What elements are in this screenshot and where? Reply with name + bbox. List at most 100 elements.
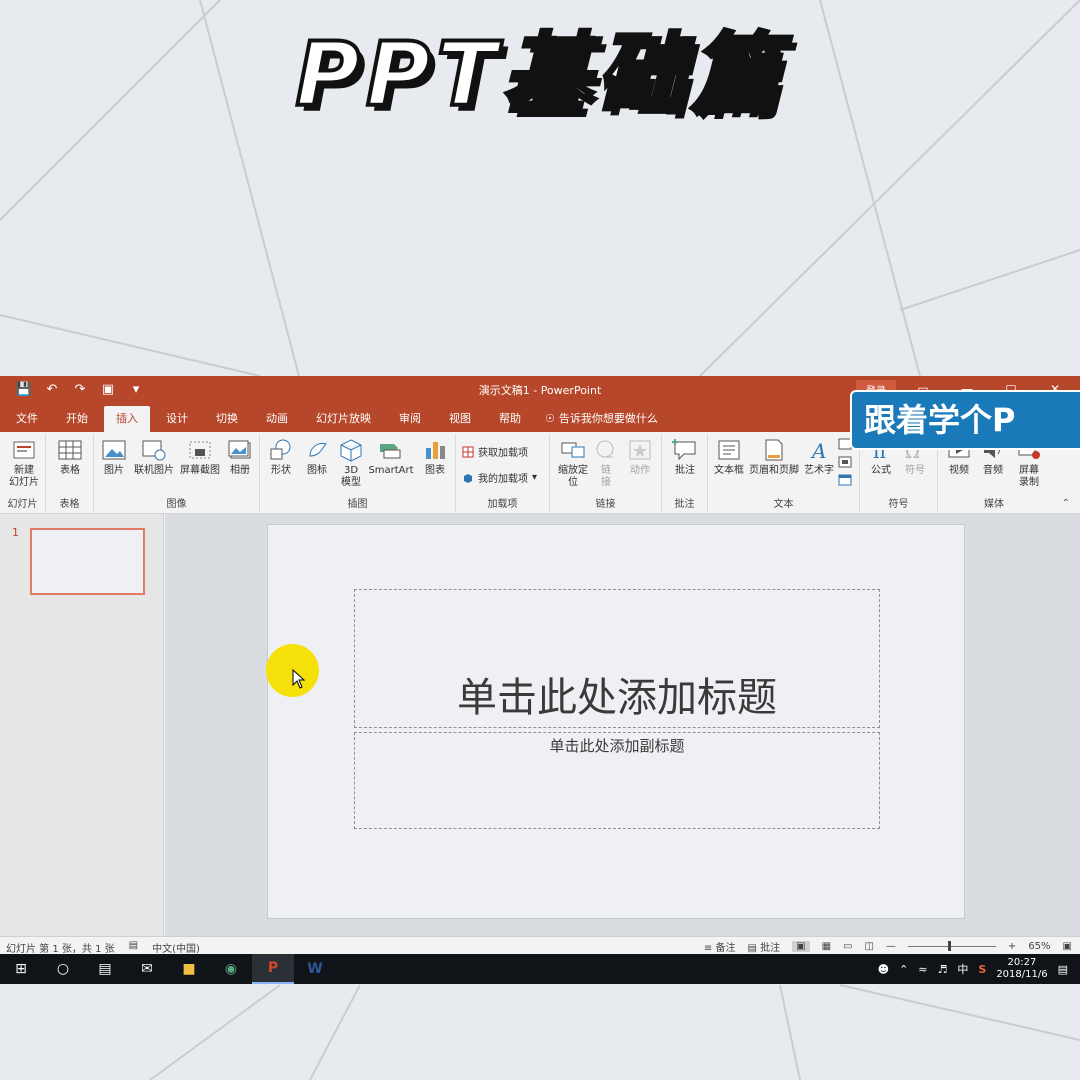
slide-canvas[interactable]: 单击此处添加标题 单击此处添加副标题: [267, 524, 965, 919]
group-links-label: 链接: [595, 499, 616, 510]
group-tables: 表格 表格: [46, 434, 94, 512]
textbox-label: 文本框: [714, 465, 744, 476]
icons-label: 图标: [307, 465, 327, 476]
camtasia-icon[interactable]: ◉: [210, 954, 252, 984]
ime-indicator[interactable]: 中: [957, 961, 968, 977]
normal-view-icon[interactable]: ▣: [792, 941, 810, 952]
screenshot-button[interactable]: 屏幕截图: [178, 438, 222, 477]
shapes-button[interactable]: 形状: [266, 438, 296, 477]
task-view-icon[interactable]: ▤: [84, 954, 126, 984]
group-links: 缩放定 位 链 接 动作 链接: [550, 434, 662, 512]
show-hidden-icons[interactable]: ⌃: [899, 963, 908, 976]
language-indicator[interactable]: 中文(中国): [152, 940, 200, 955]
zoom-out-button[interactable]: —: [886, 941, 896, 952]
zoom-in-button[interactable]: +: [1008, 941, 1016, 952]
tell-me-label: 告诉我你想要做什么: [558, 412, 658, 425]
online-picture-label: 联机图片: [134, 465, 174, 476]
chart-icon: [426, 442, 445, 459]
link-button[interactable]: 链 接: [594, 438, 618, 489]
tab-transitions[interactable]: 切换: [204, 406, 250, 432]
3d-model-button[interactable]: 3D 模型: [338, 438, 364, 489]
title-placeholder[interactable]: 单击此处添加标题: [354, 589, 880, 728]
zoom-icon: [561, 442, 585, 458]
screenshot-icon: [189, 441, 211, 459]
slide-thumbnail[interactable]: [30, 528, 145, 595]
zoom-slider[interactable]: [907, 941, 996, 951]
chart-button[interactable]: 图表: [420, 438, 450, 477]
wordart-icon: A: [810, 439, 826, 462]
header-footer-label: 页眉和页脚: [749, 465, 799, 476]
online-picture-icon: [142, 440, 166, 461]
clock-time: 20:27: [1007, 957, 1037, 968]
table-button[interactable]: 表格: [56, 438, 84, 477]
new-slide-button[interactable]: 新建 幻灯片: [4, 438, 44, 489]
comment-button[interactable]: 批注: [670, 438, 700, 477]
group-comments-label: 批注: [674, 499, 695, 510]
picture-button[interactable]: 图片: [100, 438, 128, 477]
word-taskbar-icon[interactable]: W: [294, 954, 336, 984]
tell-me-search[interactable]: ☉ 告诉我你想要做什么: [537, 406, 666, 432]
table-label: 表格: [60, 465, 80, 476]
notification-icon[interactable]: ▤: [1058, 963, 1068, 976]
get-addins-button[interactable]: 获取加载项: [462, 444, 528, 459]
slide-editing-area: 单击此处添加标题 单击此处添加副标题: [165, 514, 1080, 936]
tab-home[interactable]: 开始: [54, 406, 100, 432]
slide-sorter-icon[interactable]: ▦: [822, 941, 831, 952]
title-placeholder-text: 单击此处添加标题: [457, 675, 777, 721]
smartart-icon: [380, 444, 401, 459]
people-icon[interactable]: ☻: [878, 963, 889, 976]
clock-date: 2018/11/6: [996, 969, 1048, 980]
sogou-ime-icon[interactable]: S: [978, 963, 986, 976]
subtitle-placeholder[interactable]: 单击此处添加副标题: [354, 732, 880, 829]
powerpoint-taskbar-icon[interactable]: P: [252, 954, 294, 984]
network-icon[interactable]: ≈: [918, 963, 927, 976]
header-footer-icon: [765, 439, 783, 461]
tab-slideshow[interactable]: 幻灯片放映: [304, 406, 383, 432]
wordart-button[interactable]: A 艺术字: [802, 438, 836, 477]
tab-file[interactable]: 文件: [4, 406, 50, 432]
object-icon[interactable]: [838, 474, 852, 486]
page-headline: PPT基础篇: [293, 21, 785, 128]
collapse-ribbon-icon[interactable]: ⌃: [1062, 498, 1070, 509]
zoom-button[interactable]: 缩放定 位: [554, 438, 592, 489]
zoom-level[interactable]: 65%: [1028, 941, 1050, 952]
notes-button[interactable]: ≡ 备注: [704, 939, 736, 954]
cortana-search-icon[interactable]: ○: [42, 954, 84, 984]
slide-number-icon[interactable]: [838, 456, 852, 468]
screen-recording-label: 屏幕 录制: [1019, 465, 1039, 488]
my-addins-button[interactable]: 我的加载项 ▾: [462, 470, 537, 485]
smartart-button[interactable]: SmartArt: [368, 438, 414, 477]
slideshow-icon[interactable]: ◫: [864, 941, 873, 952]
screenshot-label: 屏幕截图: [180, 465, 220, 476]
spellcheck-icon[interactable]: ▤: [129, 940, 138, 955]
group-images: 图片 联机图片 屏幕截图 相册 图像: [94, 434, 260, 512]
tab-design[interactable]: 设计: [154, 406, 200, 432]
tab-insert[interactable]: 插入: [104, 406, 150, 432]
windows-start-icon[interactable]: ⊞: [0, 954, 42, 984]
clock[interactable]: 20:27 2018/11/6: [996, 957, 1047, 981]
tab-view[interactable]: 视图: [437, 406, 483, 432]
album-button[interactable]: 相册: [224, 438, 256, 477]
wordart-label: 艺术字: [804, 465, 834, 476]
tab-animations[interactable]: 动画: [254, 406, 300, 432]
volume-icon[interactable]: ♬: [938, 963, 948, 976]
mail-icon[interactable]: ✉: [126, 954, 168, 984]
video-label: 视频: [949, 465, 969, 476]
action-button[interactable]: 动作: [624, 438, 656, 477]
comments-button[interactable]: ▤ 批注: [747, 939, 780, 954]
action-label: 动作: [630, 465, 650, 476]
header-footer-button[interactable]: 页眉和页脚: [748, 438, 800, 477]
table-icon: [58, 440, 82, 460]
icons-button[interactable]: 图标: [302, 438, 332, 477]
zoom-slider-thumb[interactable]: [947, 941, 951, 951]
slide-info: 幻灯片 第 1 张，共 1 张: [6, 944, 115, 955]
textbox-button[interactable]: 文本框: [712, 438, 746, 477]
group-illustrations: 形状 图标 3D 模型 SmartArt 图表 插图: [260, 434, 456, 512]
tab-help[interactable]: 帮助: [487, 406, 533, 432]
picture-icon: [102, 440, 126, 460]
fit-to-window-icon[interactable]: ▣: [1063, 941, 1072, 952]
tab-review[interactable]: 审阅: [387, 406, 433, 432]
reading-view-icon[interactable]: ▭: [843, 941, 852, 952]
file-explorer-icon[interactable]: ■: [168, 954, 210, 984]
online-picture-button[interactable]: 联机图片: [130, 438, 178, 477]
